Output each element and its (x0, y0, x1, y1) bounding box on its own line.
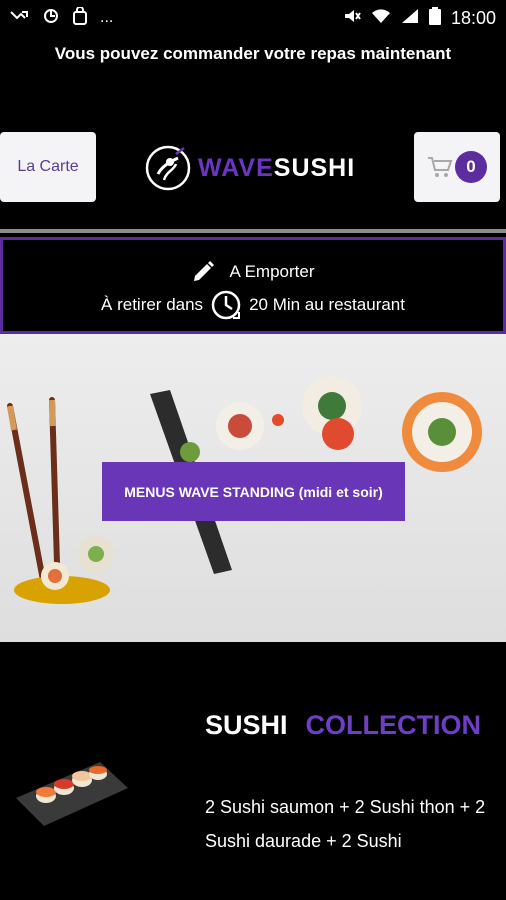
cart-button[interactable]: 0 (414, 132, 500, 202)
missed-call-icon (10, 9, 30, 28)
mute-icon (343, 7, 361, 30)
order-mode-label: A Emporter (229, 262, 315, 281)
status-left-icons: ... (10, 5, 114, 30)
bag-icon (72, 5, 88, 30)
logo-wave-text: WAVE (198, 153, 274, 182)
logo-sushi-text: SUSHI (273, 153, 356, 182)
cart-count-badge: 0 (455, 151, 487, 183)
collection-title-word2: COLLECTION (305, 710, 482, 740)
status-time: 18:00 (450, 7, 496, 28)
sushi-plate-image (16, 762, 128, 826)
banner-label[interactable]: MENUS WAVE STANDING (midi et soir) (102, 462, 405, 521)
hand-icon (42, 7, 60, 30)
order-info-box[interactable]: A Emporter À retirer dans 20 Min au rest… (0, 237, 506, 334)
samurai-logo-icon (145, 145, 191, 191)
wifi-icon (371, 8, 391, 29)
pencil-icon (194, 261, 215, 281)
order-mode-row: A Emporter (3, 260, 503, 284)
clock-icon (211, 290, 241, 320)
collection-title: SUSHI COLLECTION (205, 710, 481, 741)
header-divider (0, 229, 506, 233)
signal-icon (401, 8, 419, 29)
status-right-icons: 18:00 (343, 6, 496, 30)
wave-sushi-logo: WAVESUSHI (144, 143, 368, 193)
battery-icon (428, 6, 441, 30)
pickup-suffix: 20 Min au restaurant (249, 295, 405, 314)
cart-icon (428, 157, 453, 177)
pickup-time-row: À retirer dans 20 Min au restaurant (3, 288, 503, 322)
more-icon: ... (100, 9, 114, 26)
la-carte-button[interactable]: La Carte (0, 132, 96, 202)
product-image[interactable] (12, 752, 130, 832)
page-title: Vous pouvez commander votre repas mainte… (54, 44, 452, 63)
pickup-prefix: À retirer dans (101, 295, 204, 314)
promo-banner[interactable]: MENUS WAVE STANDING (midi et soir) (0, 334, 506, 642)
status-bar: ... 18:00 (0, 0, 506, 36)
collection-title-word1: SUSHI (205, 710, 288, 740)
product-description: 2 Sushi saumon + 2 Sushi thon + 2 Sushi … (205, 797, 486, 851)
